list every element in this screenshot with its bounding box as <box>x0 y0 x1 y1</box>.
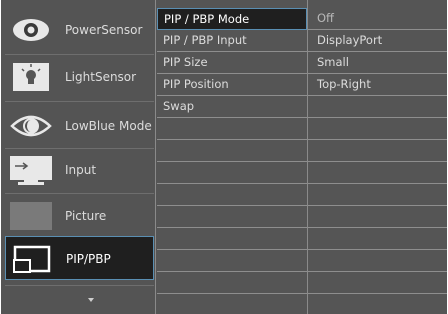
submenu-empty-row <box>157 250 307 272</box>
eye-icon <box>13 19 49 41</box>
value-pip-size: Small <box>308 52 447 74</box>
menu-item-label: Input <box>65 163 97 177</box>
submenu-empty-row <box>157 184 307 206</box>
input-icon <box>10 156 52 185</box>
value-empty-row <box>308 228 447 250</box>
value-empty-row <box>308 96 447 118</box>
submenu-empty-row <box>157 162 307 184</box>
submenu-empty-row <box>157 228 307 250</box>
menu-item-lowblue-mode[interactable]: LowBlue Mode <box>5 104 154 148</box>
value-empty-row <box>308 162 447 184</box>
value-empty-row <box>308 140 447 162</box>
menu-item-label: PIP/PBP <box>66 252 111 266</box>
value-pip-pbp-mode: Off <box>308 8 447 30</box>
menu-item-lightsensor[interactable]: LightSensor <box>5 55 154 99</box>
submenu-pip-position[interactable]: PIP Position <box>157 74 307 96</box>
submenu-swap[interactable]: Swap <box>157 96 307 118</box>
menu-item-pip-pbp[interactable]: PIP/PBP <box>5 236 154 280</box>
menu-item-label: PowerSensor <box>65 23 143 37</box>
submenu-empty-row <box>157 272 307 294</box>
submenu-empty-row <box>157 140 307 162</box>
menu-item-label: Picture <box>65 209 107 223</box>
divider <box>5 101 154 102</box>
lightbulb-icon <box>13 63 49 91</box>
picture-icon <box>10 202 52 230</box>
value-pip-position: Top-Right <box>308 74 447 96</box>
submenu-pip-pbp-input[interactable]: PIP / PBP Input <box>157 30 307 52</box>
menu-item-label: LowBlue Mode <box>65 119 152 133</box>
column-divider <box>155 0 156 314</box>
submenu-pip-size[interactable]: PIP Size <box>157 52 307 74</box>
submenu-empty-row <box>157 118 307 140</box>
value-empty-row <box>308 118 447 140</box>
menu-item-picture[interactable]: Picture <box>5 194 154 238</box>
menu-item-powersensor[interactable]: PowerSensor <box>5 8 154 52</box>
value-empty-row <box>308 250 447 272</box>
submenu-empty-row <box>157 206 307 228</box>
scroll-down-arrow-icon[interactable] <box>88 298 94 302</box>
value-empty-row <box>308 272 447 294</box>
submenu-pip-pbp-mode[interactable]: PIP / PBP Mode <box>157 8 307 30</box>
value-empty-row <box>308 184 447 206</box>
lowblue-eye-icon <box>10 115 52 137</box>
menu-item-input[interactable]: Input <box>5 148 154 192</box>
value-empty-row <box>308 206 447 228</box>
menu-item-label: LightSensor <box>65 70 137 84</box>
pip-icon <box>13 245 51 273</box>
divider <box>5 285 154 286</box>
value-pip-pbp-input: DisplayPort <box>308 30 447 52</box>
